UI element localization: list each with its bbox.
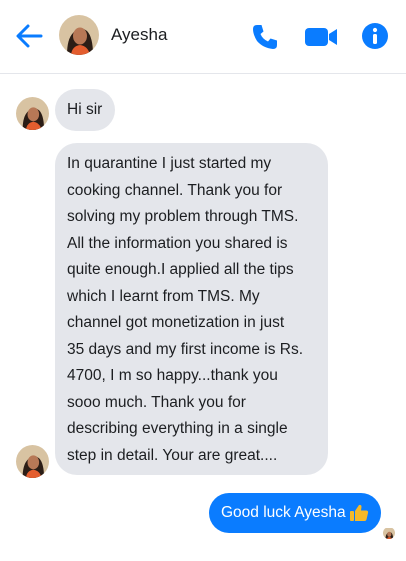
arrow-left-icon[interactable] — [12, 19, 46, 53]
message-list[interactable]: Hi sir In quarantine I just started my c… — [0, 75, 406, 561]
sender-avatar[interactable] — [16, 445, 49, 478]
outgoing-message-text: Good luck Ayesha — [221, 504, 346, 521]
outgoing-message[interactable]: Good luck Ayesha — [209, 493, 381, 533]
video-camera-icon[interactable] — [303, 23, 339, 51]
read-receipt-avatar — [383, 527, 395, 539]
thumbs-up-icon — [350, 504, 369, 521]
phone-icon[interactable] — [250, 22, 280, 52]
chat-header: Ayesha — [0, 0, 406, 74]
sender-avatar[interactable] — [16, 97, 49, 130]
contact-name[interactable]: Ayesha — [111, 25, 167, 45]
incoming-message[interactable]: In quarantine I just started my cooking … — [55, 143, 328, 475]
info-icon[interactable] — [361, 22, 389, 50]
contact-avatar[interactable] — [59, 15, 99, 55]
incoming-message[interactable]: Hi sir — [55, 89, 115, 131]
